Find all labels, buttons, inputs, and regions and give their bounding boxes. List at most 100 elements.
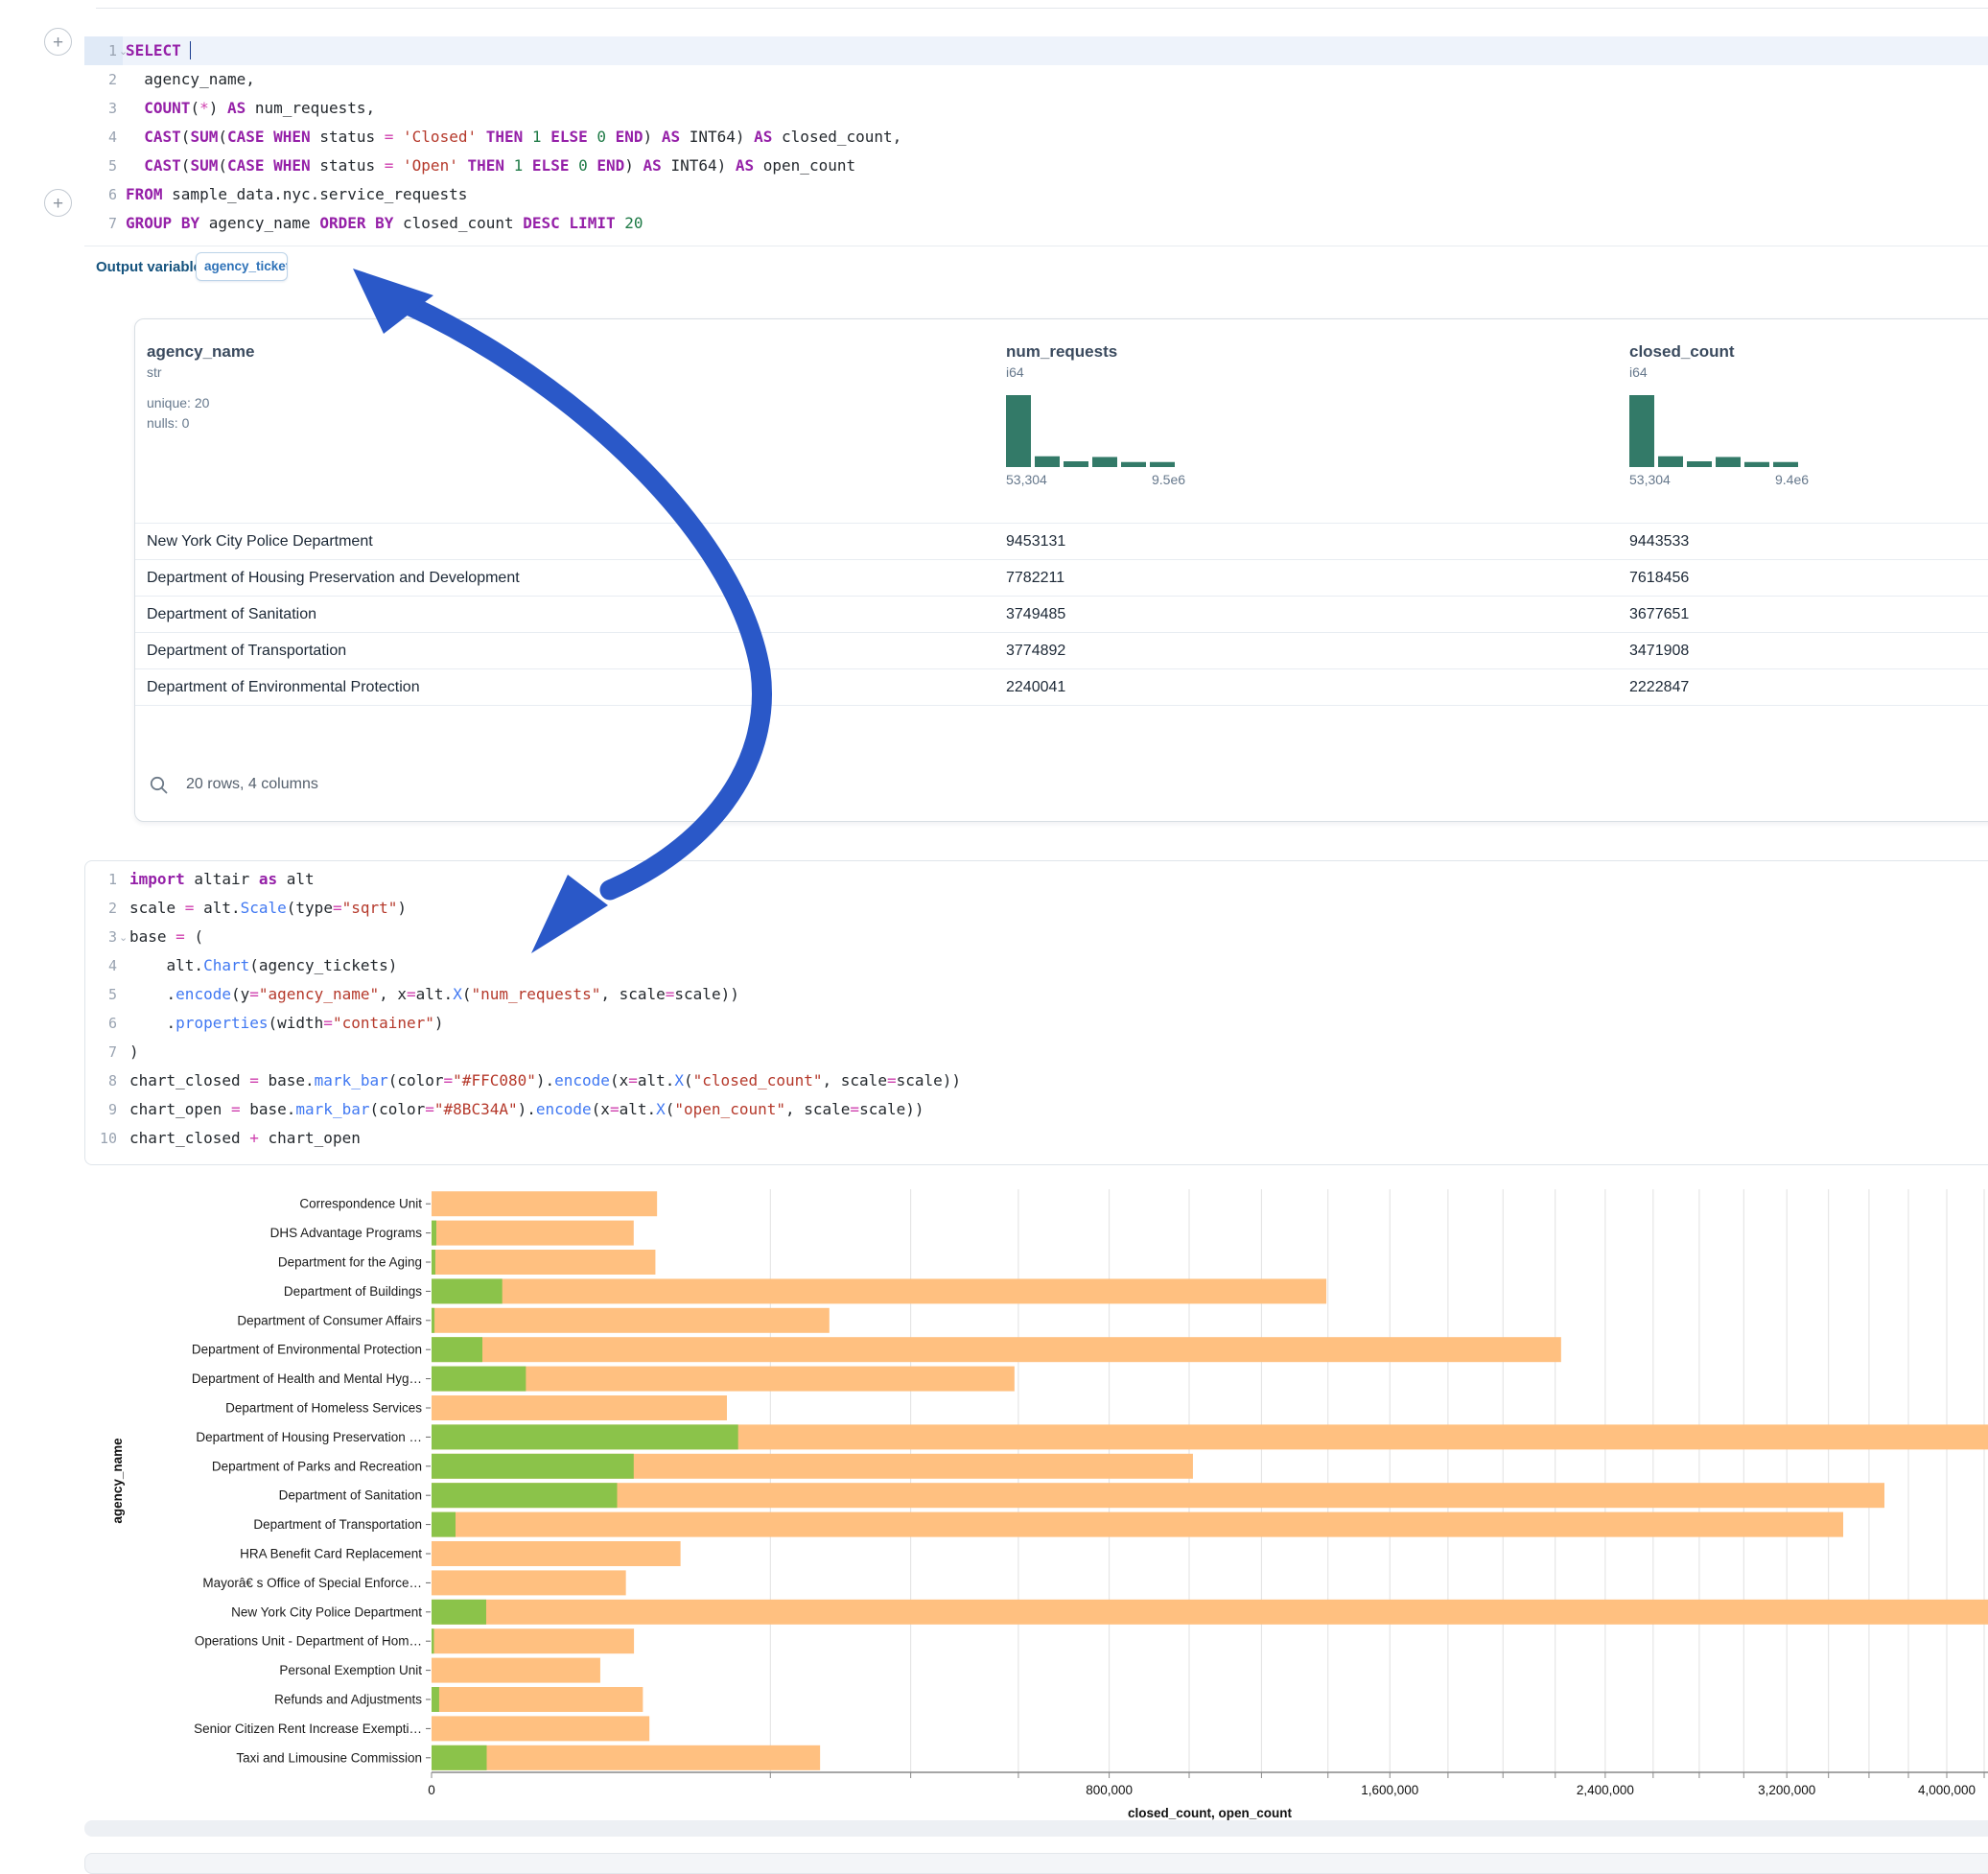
add-cell-button[interactable]: + xyxy=(44,28,72,56)
cell-agency-name: Department of Environmental Protection xyxy=(147,669,420,705)
next-cell-strip[interactable] xyxy=(84,1820,1988,1837)
cell-num-requests: 2240041 xyxy=(1006,669,1065,705)
closed-count-bar[interactable] xyxy=(432,1541,681,1566)
sql-code-line-6[interactable]: 6 FROM sample_data.nyc.service_requests xyxy=(84,180,1988,209)
next-cell-strip-2[interactable] xyxy=(84,1853,1988,1874)
y-axis-label: DHS Advantage Programs xyxy=(270,1226,423,1240)
closed-count-bar[interactable] xyxy=(432,1658,600,1683)
py-code-line-8[interactable]: 8 chart_closed = base.mark_bar(color="#FF… xyxy=(84,1066,1988,1095)
py-code-line-7[interactable]: 7) xyxy=(84,1038,1988,1066)
sql-editor[interactable]: 1⌄SELECT2 agency_name,3 COUNT(*) AS num_… xyxy=(84,36,1988,238)
sql-code-line-7[interactable]: 7GROUP BY agency_name ORDER BY closed_co… xyxy=(84,209,1988,238)
sql-code-line-2[interactable]: 2 agency_name, xyxy=(84,65,1988,94)
open-count-bar[interactable] xyxy=(432,1308,434,1333)
py-code-line-4[interactable]: 4 alt.Chart(agency_tickets) xyxy=(84,951,1988,980)
open-count-bar[interactable] xyxy=(432,1454,634,1479)
py-code-line-6[interactable]: 6 .properties(width="container") xyxy=(84,1009,1988,1038)
closed-count-bar[interactable] xyxy=(432,1308,830,1333)
open-count-bar[interactable] xyxy=(432,1250,435,1275)
python-editor[interactable]: 1 import altair as alt2scale = alt.Scale(… xyxy=(84,865,1988,1153)
sql-code-line-1[interactable]: 1⌄SELECT xyxy=(84,36,1988,65)
column-header-closed_count[interactable]: closed_counti6453,3049.4e6 xyxy=(1629,342,1840,489)
open-count-bar[interactable] xyxy=(432,1483,618,1508)
closed-count-bar[interactable] xyxy=(432,1687,643,1712)
column-header-num_requests[interactable]: num_requestsi6453,3049.5e6 xyxy=(1006,342,1217,489)
table-row[interactable]: Department of Housing Preservation and D… xyxy=(135,559,1988,596)
table-row[interactable]: Department of Transportation377489234719… xyxy=(135,632,1988,668)
column-header-agency_name[interactable]: agency_namestrunique: 20nulls: 0 xyxy=(147,342,254,433)
open-count-bar[interactable] xyxy=(432,1628,433,1653)
open-count-bar[interactable] xyxy=(432,1367,526,1392)
closed-count-bar[interactable] xyxy=(432,1395,727,1420)
open-count-bar[interactable] xyxy=(432,1600,486,1625)
open-count-bar[interactable] xyxy=(432,1221,436,1246)
closed-count-bar[interactable] xyxy=(432,1337,1561,1362)
closed-count-bar[interactable] xyxy=(432,1483,1884,1508)
py-code-line-10[interactable]: 10 chart_closed + chart_open xyxy=(84,1124,1988,1153)
code-text: chart_closed = base.mark_bar(color="#FFC… xyxy=(129,1066,961,1095)
py-code-line-5[interactable]: 5 .encode(y="agency_name", x=alt.X("num_… xyxy=(84,980,1988,1009)
cell-top-border xyxy=(96,8,1988,9)
open-count-bar[interactable] xyxy=(432,1512,456,1537)
table-row-count: 20 rows, 4 columns xyxy=(186,776,318,793)
code-text: ) xyxy=(129,1038,139,1066)
y-axis-label: Department for the Aging xyxy=(278,1255,422,1270)
open-count-bar[interactable] xyxy=(432,1278,503,1303)
line-number: 1 xyxy=(84,865,117,894)
x-tick-label: 800,000 xyxy=(1086,1783,1133,1797)
code-text: agency_name, xyxy=(126,65,255,94)
table-row[interactable]: Department of Environmental Protection 22… xyxy=(135,668,1988,706)
column-stats: unique: 20nulls: 0 xyxy=(147,393,254,433)
open-count-bar[interactable] xyxy=(432,1745,487,1770)
line-number: 2 xyxy=(84,894,117,923)
closed-count-bar[interactable] xyxy=(432,1512,1843,1537)
add-cell-button-2[interactable]: + xyxy=(44,189,72,217)
x-tick-label: 1,600,000 xyxy=(1361,1783,1418,1797)
py-code-line-1[interactable]: 1 import altair as alt xyxy=(84,865,1988,894)
closed-count-bar[interactable] xyxy=(432,1628,634,1653)
sql-code-line-5[interactable]: 5 CAST(SUM(CASE WHEN status = 'Open' THE… xyxy=(84,152,1988,180)
hist-max: 9.4e6 xyxy=(1775,472,1809,487)
closed-count-bar[interactable] xyxy=(432,1745,820,1770)
line-number: 8 xyxy=(84,1066,117,1095)
line-number: 6 xyxy=(84,180,117,209)
open-count-bar[interactable] xyxy=(432,1687,439,1712)
closed-count-bar[interactable] xyxy=(432,1191,657,1216)
y-axis-label: Department of Housing Preservation … xyxy=(196,1430,422,1444)
closed-count-bar[interactable] xyxy=(432,1570,626,1595)
column-type: i64 xyxy=(1629,364,1840,380)
search-icon[interactable] xyxy=(149,775,169,795)
open-count-bar[interactable] xyxy=(432,1424,738,1449)
y-axis-title: agency_name xyxy=(110,1438,125,1524)
column-type: str xyxy=(147,364,254,380)
sql-code-line-3[interactable]: 3 COUNT(*) AS num_requests, xyxy=(84,94,1988,123)
table-footer: 20 rows, 4 columns xyxy=(149,765,318,804)
fold-chevron-icon[interactable]: ⌄ xyxy=(119,924,128,952)
line-number: 7 xyxy=(84,209,117,238)
py-code-line-2[interactable]: 2scale = alt.Scale(type="sqrt") xyxy=(84,894,1988,923)
table-row[interactable]: Department of Sanitation37494853677651 xyxy=(135,596,1988,632)
py-code-line-9[interactable]: 9chart_open = base.mark_bar(color="#8BC3… xyxy=(84,1095,1988,1124)
y-axis-label: Mayorâ€ s Office of Special Enforce… xyxy=(202,1576,422,1590)
y-axis-label: Department of Health and Mental Hyg… xyxy=(192,1371,422,1386)
y-axis-label: Department of Buildings xyxy=(284,1284,422,1299)
column-name: closed_count xyxy=(1629,342,1840,362)
code-text: chart_closed + chart_open xyxy=(129,1124,361,1153)
text-caret xyxy=(190,41,192,59)
code-text: import altair as alt xyxy=(129,865,315,894)
closed-count-bar[interactable] xyxy=(432,1600,1988,1625)
cell-closed-count: 9443533 xyxy=(1629,524,1689,559)
sql-code-line-4[interactable]: 4 CAST(SUM(CASE WHEN status = 'Closed' T… xyxy=(84,123,1988,152)
table-row[interactable]: New York City Police Department945313194… xyxy=(135,523,1988,559)
closed-count-bar[interactable] xyxy=(432,1278,1326,1303)
closed-count-bar[interactable] xyxy=(432,1250,655,1275)
closed-count-bar[interactable] xyxy=(432,1221,634,1246)
code-text: FROM sample_data.nyc.service_requests xyxy=(126,180,467,209)
line-number: 3 xyxy=(84,94,117,123)
output-variable-pill[interactable]: agency_tickets xyxy=(196,252,288,281)
open-count-bar[interactable] xyxy=(432,1337,482,1362)
py-code-line-3[interactable]: 3⌄base = ( xyxy=(84,923,1988,951)
closed-count-bar[interactable] xyxy=(432,1716,649,1741)
code-text: COUNT(*) AS num_requests, xyxy=(126,94,375,123)
line-number: 10 xyxy=(84,1124,117,1153)
